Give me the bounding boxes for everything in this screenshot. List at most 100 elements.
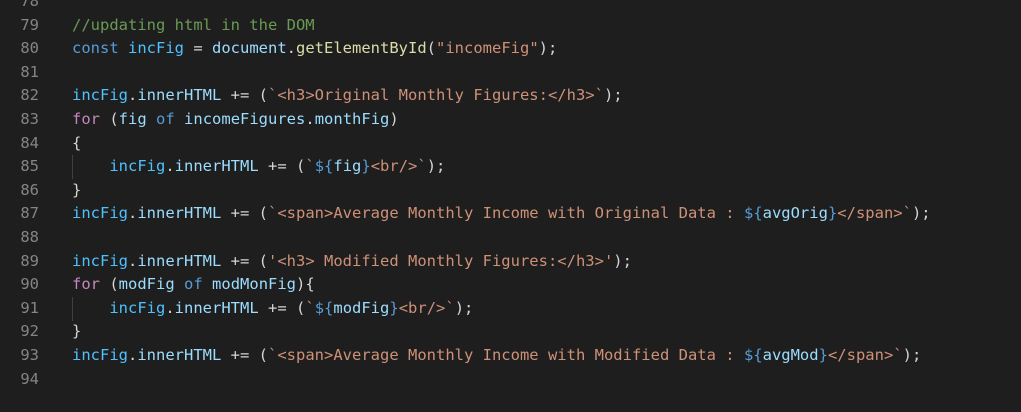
code-text[interactable]: const incFig = document.getElementById("…	[72, 37, 557, 61]
code-token: <br/>`	[398, 298, 455, 317]
code-token: }	[72, 322, 82, 341]
code-line[interactable]: 90 for (modFig of modMonFig){	[0, 273, 1021, 297]
code-token: for	[72, 109, 100, 128]
code-token: .	[128, 86, 138, 105]
code-line[interactable]: 93 incFig.innerHTML += (`<span>Average Mo…	[0, 344, 1021, 368]
code-token: += (	[221, 204, 269, 223]
code-text[interactable]: for (fig of incomeFigures.monthFig)	[72, 108, 399, 132]
code-line[interactable]: 80 const incFig = document.getElementById…	[0, 37, 1021, 61]
code-text[interactable]: }	[72, 179, 81, 203]
code-token: innerHTML	[137, 86, 222, 105]
code-token: <br/>`	[370, 157, 427, 176]
code-editor[interactable]: 78 79 //updating html in the DOM 80 const in…	[0, 0, 1021, 412]
code-token: }	[361, 157, 371, 176]
code-text[interactable]: incFig.innerHTML += ('<h3> Modified Mont…	[72, 250, 632, 274]
code-token: `	[305, 298, 315, 317]
code-line[interactable]: 89 incFig.innerHTML += ('<h3> Modified Mo…	[0, 250, 1021, 274]
code-token: {	[72, 133, 82, 152]
code-token: );	[426, 157, 446, 176]
code-text[interactable]: {	[72, 132, 81, 156]
code-token: modFig	[333, 298, 390, 317]
code-token: ${	[743, 345, 763, 364]
code-line[interactable]: 82 incFig.innerHTML += (`<h3>Original Mon…	[0, 84, 1021, 108]
code-token: "incomeFig"	[436, 39, 539, 58]
code-token: `<h3>Original Monthly Figures:</h3>`	[268, 86, 604, 105]
line-number: 85	[20, 157, 39, 176]
code-line[interactable]: 84 {	[0, 132, 1021, 156]
code-token: innerHTML	[137, 345, 222, 364]
code-token: );	[911, 204, 931, 223]
code-line[interactable]: 94	[0, 368, 1021, 392]
indent-guide	[72, 297, 73, 321]
code-text[interactable]: for (modFig of modMonFig){	[72, 273, 315, 297]
code-line[interactable]: 78	[0, 0, 1021, 14]
line-number: 93	[20, 345, 39, 364]
code-text[interactable]: incFig.innerHTML += (`${fig}<br/>`);	[72, 155, 445, 179]
code-line[interactable]: 86}	[0, 179, 1021, 203]
code-token: );	[538, 39, 558, 58]
code-token: (	[426, 39, 437, 58]
code-token: innerHTML	[137, 251, 222, 270]
line-number: 90	[20, 275, 39, 294]
code-token: innerHTML	[174, 298, 259, 317]
code-line[interactable]: 88	[0, 226, 1021, 250]
code-text[interactable]: incFig.innerHTML += (`<span>Average Mont…	[72, 202, 931, 226]
code-token: ){	[296, 275, 315, 294]
line-number: 91	[20, 298, 39, 317]
code-token: .	[128, 251, 138, 270]
code-token: incFig	[109, 157, 166, 176]
code-token: (	[100, 275, 119, 294]
code-token: ${	[314, 298, 334, 317]
code-text[interactable]: incFig.innerHTML += (`<h3>Original Month…	[72, 84, 623, 108]
code-token: += (	[221, 86, 269, 105]
code-token: (	[100, 109, 119, 128]
code-text[interactable]: incFig.innerHTML += (`${modFig}<br/>`);	[72, 297, 473, 321]
code-token: .	[128, 204, 138, 223]
code-token: }	[72, 180, 82, 199]
code-token: innerHTML	[174, 157, 259, 176]
line-number: 80	[20, 39, 39, 58]
code-token: .	[286, 39, 297, 58]
code-line[interactable]: 92}	[0, 320, 1021, 344]
code-token: incFig	[72, 204, 128, 223]
code-text[interactable]: incFig.innerHTML += (`<span>Average Mont…	[72, 344, 921, 368]
code-token: fig	[333, 157, 362, 176]
code-token: += (	[221, 251, 269, 270]
code-lines[interactable]: 78 79 //updating html in the DOM 80 const in…	[0, 0, 1021, 391]
code-token: incFig	[72, 86, 128, 105]
code-token: getElementById	[296, 39, 427, 58]
code-line[interactable]: 91 incFig.innerHTML += (`${modFig}<br/>`…	[0, 297, 1021, 321]
code-token: '<h3> Modified Monthly Figures:</h3>'	[268, 251, 614, 270]
code-token: incFig	[109, 298, 166, 317]
code-token: innerHTML	[137, 204, 222, 223]
line-number: 79	[20, 15, 39, 34]
code-token: );	[613, 251, 632, 270]
line-number: 81	[20, 62, 39, 81]
code-token: ${	[743, 204, 763, 223]
code-token: `<span>Average Monthly Income with Origi…	[268, 204, 744, 223]
code-line[interactable]: 85 incFig.innerHTML += (`${fig}<br/>`);	[0, 155, 1021, 179]
code-token: incomeFigures	[184, 109, 306, 128]
code-token: //updating html in the DOM	[72, 15, 315, 34]
line-number: 82	[20, 86, 39, 105]
code-text[interactable]: //updating html in the DOM	[72, 14, 315, 38]
code-token: of	[156, 109, 175, 128]
code-line[interactable]: 83 for (fig of incomeFigures.monthFig)	[0, 108, 1021, 132]
code-token: incFig	[72, 345, 128, 364]
line-number: 89	[20, 251, 39, 270]
line-number: 88	[20, 227, 39, 246]
code-line[interactable]: 87 incFig.innerHTML += (`<span>Average Mo…	[0, 202, 1021, 226]
code-token: }	[818, 345, 828, 364]
line-number: 84	[20, 133, 39, 152]
code-line[interactable]: 81	[0, 61, 1021, 85]
code-token: .	[165, 298, 175, 317]
code-line[interactable]: 79 //updating html in the DOM	[0, 14, 1021, 38]
code-text[interactable]: }	[72, 320, 81, 344]
code-token: =	[184, 39, 213, 58]
line-number: 78	[20, 0, 39, 10]
